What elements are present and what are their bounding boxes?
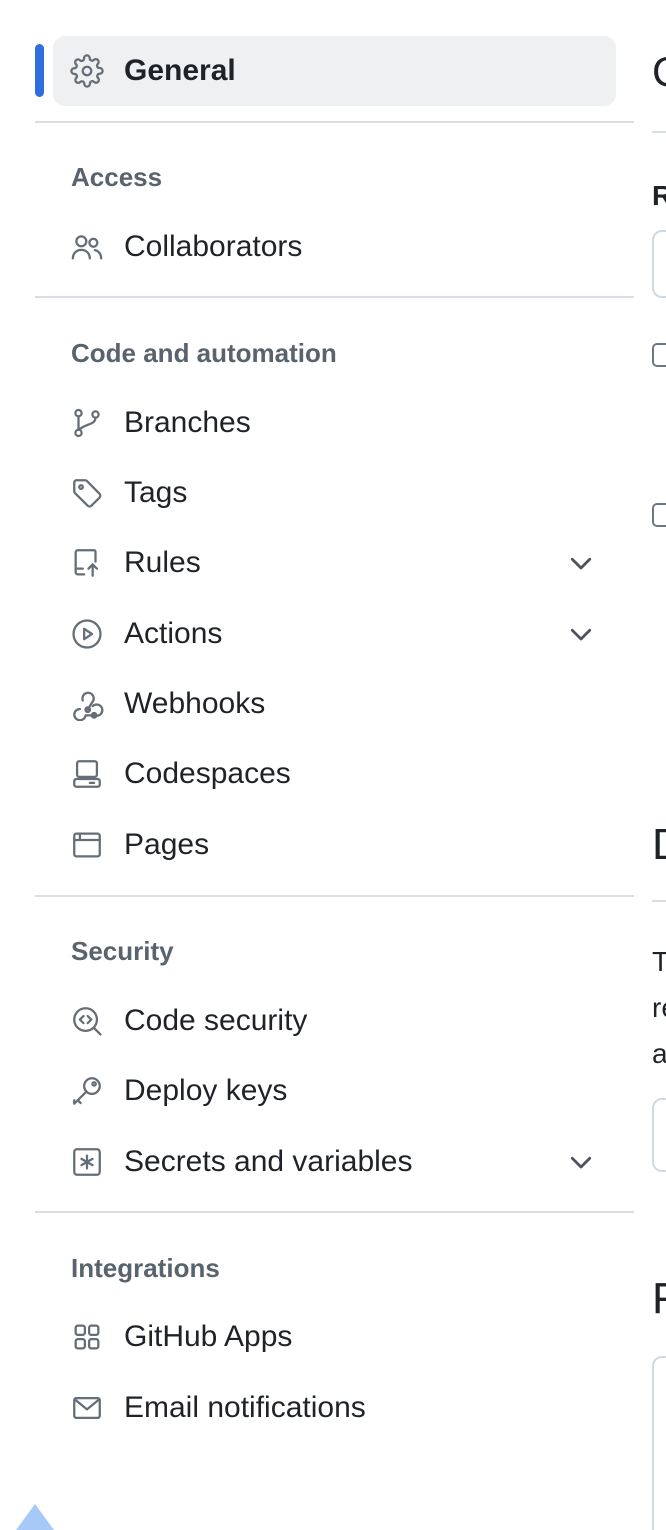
nav-label-general: General <box>124 54 236 87</box>
heading-divider <box>652 900 666 902</box>
nav-item-github-apps[interactable]: GitHub Apps <box>53 1302 616 1372</box>
nav-label-tags: Tags <box>124 476 188 509</box>
people-icon <box>69 229 105 265</box>
key-icon <box>69 1073 105 1109</box>
content-box <box>652 1356 666 1530</box>
nav-label-collaborators: Collaborators <box>124 230 303 263</box>
page-heading: G <box>652 48 666 96</box>
nav-label-github-apps: GitHub Apps <box>124 1320 293 1353</box>
checkbox[interactable] <box>652 503 666 527</box>
chevron-down-icon[interactable] <box>566 619 596 649</box>
section-title-access: Access <box>71 162 163 192</box>
repo-push-icon <box>69 545 105 581</box>
paragraph-line: T <box>652 946 666 977</box>
chevron-down-icon[interactable] <box>566 548 596 578</box>
nav-label-webhooks: Webhooks <box>124 687 266 720</box>
play-circle-icon <box>69 616 105 652</box>
nav-label-codespaces: Codespaces <box>124 757 291 790</box>
settings-main-clipped: G R D T re a F <box>640 0 666 1530</box>
action-button[interactable] <box>652 1098 666 1172</box>
nav-item-tags[interactable]: Tags <box>53 458 616 528</box>
corner-indicator <box>16 1504 54 1530</box>
browser-icon <box>69 827 105 863</box>
nav-label-rules: Rules <box>124 546 201 579</box>
webhook-icon <box>69 686 105 722</box>
paragraph-line: re <box>652 992 666 1023</box>
nav-label-email-notifications: Email notifications <box>124 1391 366 1424</box>
nav-label-pages: Pages <box>124 828 210 861</box>
section-divider <box>35 895 634 897</box>
nav-item-secrets-and-variables[interactable]: Secrets and variables <box>53 1127 616 1197</box>
section-title-security: Security <box>71 936 174 966</box>
nav-label-branches: Branches <box>124 406 251 439</box>
section-title-code-and-automation: Code and automation <box>71 338 337 368</box>
nav-item-branches[interactable]: Branches <box>53 388 616 458</box>
nav-label-actions: Actions <box>124 617 223 650</box>
nav-item-code-security[interactable]: Code security <box>53 986 616 1056</box>
nav-item-deploy-keys[interactable]: Deploy keys <box>53 1056 616 1126</box>
mail-icon <box>69 1390 105 1426</box>
nav-item-general[interactable]: General <box>53 36 616 106</box>
text-input[interactable] <box>652 230 666 298</box>
nav-item-email-notifications[interactable]: Email notifications <box>53 1373 616 1443</box>
nav-item-webhooks[interactable]: Webhooks <box>53 669 616 739</box>
chevron-down-icon[interactable] <box>566 1147 596 1177</box>
nav-label-secrets-and-variables: Secrets and variables <box>124 1145 413 1178</box>
section-divider <box>35 121 634 123</box>
nav-item-codespaces[interactable]: Codespaces <box>53 739 616 809</box>
nav-label-code-security: Code security <box>124 1004 308 1037</box>
settings-sidebar: General Access Collaborators Code and au… <box>0 0 640 1530</box>
field-label: R <box>652 180 666 211</box>
nav-item-pages[interactable]: Pages <box>53 810 616 880</box>
nav-label-deploy-keys: Deploy keys <box>124 1074 288 1107</box>
active-indicator <box>35 44 44 97</box>
section-divider <box>35 296 634 298</box>
paragraph-line: a <box>652 1038 666 1069</box>
section-title-integrations: Integrations <box>71 1253 220 1283</box>
section-divider <box>35 1211 634 1213</box>
asterisk-box-icon <box>69 1144 105 1180</box>
section-heading: D <box>652 820 666 870</box>
nav-item-actions[interactable]: Actions <box>53 599 616 669</box>
codespaces-icon <box>69 756 105 792</box>
section-heading: F <box>652 1274 666 1323</box>
apps-grid-icon <box>69 1319 105 1355</box>
checkbox[interactable] <box>652 343 666 367</box>
git-branch-icon <box>69 405 105 441</box>
heading-divider <box>652 131 666 133</box>
code-scan-icon <box>69 1003 105 1039</box>
tag-icon <box>69 475 105 511</box>
nav-item-collaborators[interactable]: Collaborators <box>53 212 616 282</box>
gear-icon <box>69 53 105 89</box>
nav-item-rules[interactable]: Rules <box>53 528 616 598</box>
